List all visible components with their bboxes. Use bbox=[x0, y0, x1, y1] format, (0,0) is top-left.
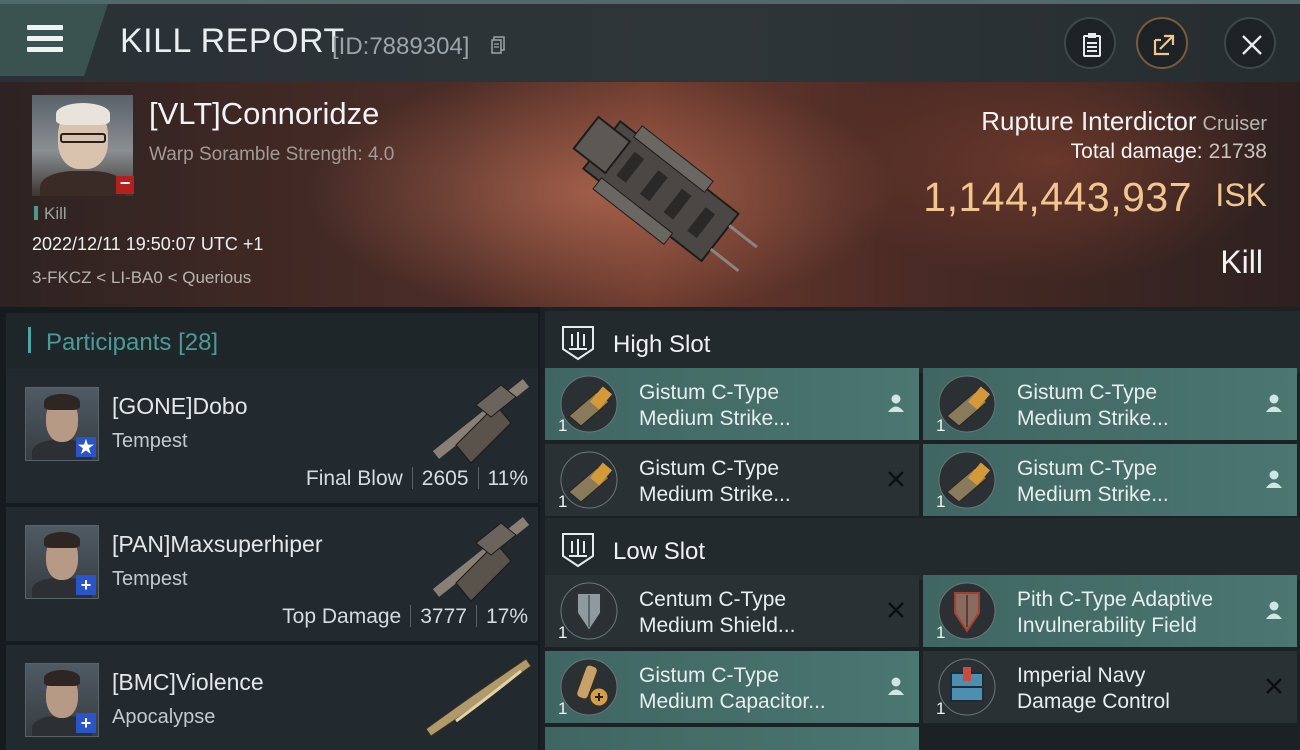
module-quantity: 1 bbox=[558, 699, 568, 718]
participant-percent: 17% bbox=[485, 605, 528, 628]
isk-unit: ISK bbox=[1215, 177, 1267, 213]
module-quantity: 1 bbox=[558, 492, 568, 511]
person-icon bbox=[888, 394, 904, 412]
module-item[interactable]: 1 Gistum C-Type Medium Strike... bbox=[923, 368, 1297, 440]
participant-damage: 2605 bbox=[421, 467, 469, 490]
plus-icon: + bbox=[76, 713, 96, 733]
top-accent-line bbox=[0, 0, 1300, 4]
person-icon bbox=[1266, 394, 1282, 412]
victim-ship-type[interactable]: Rupture Interdictor Cruiser bbox=[981, 106, 1267, 137]
kill-datetime: 2022/12/11 19:50:07 UTC +1 bbox=[32, 234, 264, 254]
report-id: [ID:7889304] bbox=[332, 33, 470, 60]
person-icon bbox=[888, 677, 904, 695]
module-name: Imperial Navy Damage Control bbox=[1017, 664, 1170, 713]
participant-name: [GONE]Dobo bbox=[112, 393, 248, 419]
close-icon bbox=[1242, 35, 1262, 55]
ship-class: Cruiser bbox=[1202, 113, 1267, 135]
page-title: KILL REPORT bbox=[120, 22, 345, 60]
report-button[interactable] bbox=[1064, 17, 1116, 69]
module-name: Gistum C-Type Medium Capacitor... bbox=[639, 664, 826, 713]
module-quantity: 1 bbox=[558, 416, 568, 435]
module-quantity: 1 bbox=[936, 623, 946, 642]
module-item[interactable]: 1 Gistum C-Type Medium Strike... bbox=[545, 444, 919, 516]
participant-percent: 11% bbox=[487, 467, 528, 490]
participants-count: [28] bbox=[178, 329, 219, 356]
participant-ship: Tempest bbox=[112, 568, 188, 590]
destroyed-x-icon bbox=[888, 471, 904, 487]
copy-icon[interactable] bbox=[491, 36, 505, 54]
high-slot-header: High Slot bbox=[545, 311, 1300, 373]
participant-stats: Final Blow 2605 11% bbox=[306, 467, 528, 491]
total-damage-label: Total damage: bbox=[1070, 140, 1203, 163]
person-icon bbox=[1266, 470, 1282, 488]
kill-location[interactable]: 3-FKCZ < LI-BA0 < Querious bbox=[32, 268, 251, 288]
victim-banner: − [VLT]Connoridze Warp Soramble Strength… bbox=[0, 82, 1300, 307]
kill-tag: Kill bbox=[34, 204, 67, 224]
participant-ship-image bbox=[432, 517, 530, 602]
low-slot-title: Low Slot bbox=[613, 538, 706, 565]
star-icon: ★ bbox=[76, 437, 96, 457]
ship-name: Rupture Interdictor bbox=[981, 106, 1197, 136]
fitting-panel: High Slot 1 Gistum C-Type Medium Strike..… bbox=[545, 307, 1300, 750]
module-name: Pith C-Type Adaptive Invulnerability Fiel… bbox=[1017, 588, 1214, 637]
plus-icon: + bbox=[76, 575, 96, 595]
module-item-partial[interactable] bbox=[545, 727, 919, 750]
title-bar: KILL REPORT [ID:7889304] bbox=[0, 0, 1300, 82]
module-name: Gistum C-Type Medium Strike... bbox=[1017, 381, 1169, 430]
module-item[interactable]: 1 Gistum C-Type Medium Strike... bbox=[545, 368, 919, 440]
menu-button[interactable] bbox=[0, 4, 108, 76]
module-item[interactable]: 1 Gistum C-Type Medium Capacitor... bbox=[545, 651, 919, 723]
participants-title: Participants [28] bbox=[46, 329, 219, 356]
low-slot-header: Low Slot bbox=[545, 518, 1300, 580]
participants-header[interactable]: Participants [28] bbox=[6, 313, 538, 369]
module-quantity: 1 bbox=[936, 492, 946, 511]
module-name: Gistum C-Type Medium Strike... bbox=[1017, 457, 1169, 506]
kill-result: Kill bbox=[1220, 244, 1263, 280]
total-damage: Total damage: 21738 bbox=[1071, 140, 1267, 164]
participants-panel: Participants [28] ★ [GONE]Dobo Tempest F… bbox=[0, 307, 540, 750]
participant-name: [BMC]Violence bbox=[112, 669, 264, 695]
participant-ship: Apocalypse bbox=[112, 706, 216, 728]
module-name: Centum C-Type Medium Shield... bbox=[639, 588, 796, 637]
participant-ship: Tempest bbox=[112, 430, 188, 452]
module-name: Gistum C-Type Medium Strike... bbox=[639, 457, 791, 506]
high-slot-title: High Slot bbox=[613, 331, 711, 358]
participant-row[interactable]: + [PAN]Maxsuperhiper Tempest Top Damage 3… bbox=[6, 507, 538, 641]
close-button[interactable] bbox=[1224, 17, 1276, 69]
participant-damage: 3777 bbox=[420, 605, 467, 628]
victim-name[interactable]: [VLT]Connoridze bbox=[149, 96, 379, 132]
share-icon bbox=[1153, 34, 1175, 56]
hostile-standing-icon: − bbox=[116, 174, 134, 194]
low-slot-icon bbox=[562, 533, 594, 568]
participant-ship-image bbox=[432, 379, 530, 464]
participant-ship-image bbox=[426, 658, 532, 737]
module-item[interactable]: 1 Imperial Navy Damage Control bbox=[923, 651, 1297, 723]
participant-stats: Top Damage 3777 17% bbox=[282, 605, 528, 629]
person-icon bbox=[1266, 601, 1282, 619]
destroyed-x-icon bbox=[1266, 678, 1282, 694]
high-slot-icon bbox=[562, 326, 594, 361]
module-name: Gistum C-Type Medium Strike... bbox=[639, 381, 791, 430]
share-button[interactable] bbox=[1136, 17, 1188, 69]
participant-role: Final Blow bbox=[305, 467, 403, 490]
module-item[interactable]: 1 Pith C-Type Adaptive Invulnerability Fi… bbox=[923, 575, 1297, 647]
module-quantity: 1 bbox=[936, 699, 946, 718]
participant-row[interactable]: + [BMC]Violence Apocalypse bbox=[6, 645, 538, 750]
warp-scramble-strength: Warp Soramble Strength: 4.0 bbox=[149, 144, 395, 165]
total-damage-value: 21738 bbox=[1208, 140, 1267, 163]
participant-name: [PAN]Maxsuperhiper bbox=[112, 531, 323, 557]
clipboard-icon bbox=[1083, 33, 1101, 57]
victim-ship-image[interactable] bbox=[535, 84, 765, 294]
participant-row[interactable]: ★ [GONE]Dobo Tempest Final Blow 2605 11% bbox=[6, 369, 538, 503]
module-quantity: 1 bbox=[558, 623, 568, 642]
module-item[interactable]: 1 Gistum C-Type Medium Strike... bbox=[923, 444, 1297, 516]
destroyed-x-icon bbox=[888, 602, 904, 618]
module-quantity: 1 bbox=[936, 416, 946, 435]
module-item[interactable]: 1 Centum C-Type Medium Shield... bbox=[545, 575, 919, 647]
participant-role: Top Damage bbox=[282, 605, 402, 628]
isk-value: 1,144,443,937 bbox=[923, 174, 1192, 220]
